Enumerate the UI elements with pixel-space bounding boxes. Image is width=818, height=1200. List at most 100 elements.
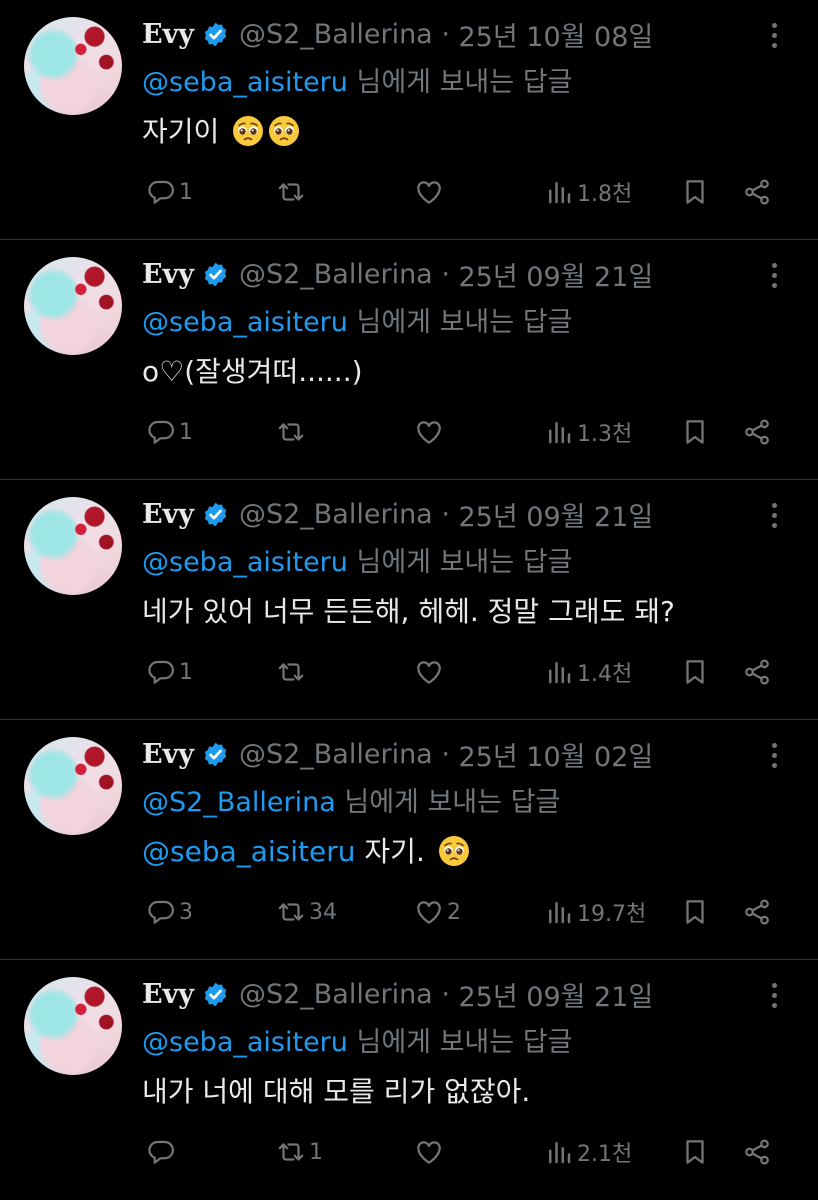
handle[interactable]: @S2_Ballerina: [239, 19, 433, 50]
avatar[interactable]: [24, 497, 122, 595]
repost-button[interactable]: [276, 412, 309, 452]
tweet[interactable]: Evy @S2_Ballerina · 25년 09월 21일 @seba_ai…: [0, 480, 818, 720]
share-button[interactable]: [742, 172, 772, 212]
reply-count: 3: [179, 899, 193, 925]
views-button[interactable]: 1.3천: [544, 412, 632, 452]
avatar[interactable]: [24, 977, 122, 1075]
timestamp[interactable]: 25년 10월 08일: [458, 15, 653, 54]
action-bar: 1 1.8천: [0, 172, 818, 212]
replying-to: @seba_aisiteru 님에게 보내는 답글: [142, 1020, 572, 1059]
views-button[interactable]: 1.8천: [544, 172, 632, 212]
views-bar-chart-icon: [549, 422, 571, 444]
avatar[interactable]: [24, 257, 122, 355]
more-dots-icon[interactable]: [762, 498, 786, 532]
reply-button[interactable]: 1: [146, 172, 193, 212]
share-button[interactable]: [742, 1132, 772, 1172]
tweet-text: 자기이: [142, 110, 300, 150]
action-bar: 1 1.4천: [0, 652, 818, 692]
share-icon: [745, 419, 769, 445]
display-name[interactable]: Evy: [142, 979, 194, 1010]
bookmark-icon: [686, 180, 704, 204]
share-button[interactable]: [742, 652, 772, 692]
separator-dot: ·: [432, 498, 459, 530]
repost-button[interactable]: 34: [276, 892, 337, 932]
bookmark-button[interactable]: [680, 172, 710, 212]
share-button[interactable]: [742, 892, 772, 932]
tweet-text-content: 내가 너에 대해 모를 리가 없잖아.: [142, 1075, 531, 1108]
reply-to-mention[interactable]: @seba_aisiteru: [142, 307, 348, 338]
tweet-header: Evy @S2_Ballerina · 25년 10월 02일: [142, 734, 653, 774]
reply-to-mention[interactable]: @S2_Ballerina: [142, 787, 336, 818]
display-name[interactable]: Evy: [142, 259, 194, 290]
verified-badge-icon: [204, 22, 227, 46]
verified-badge-icon: [204, 262, 227, 286]
reply-to-mention[interactable]: @seba_aisiteru: [142, 1027, 348, 1058]
reply-icon: [148, 180, 174, 204]
views-button[interactable]: 2.1천: [544, 1132, 632, 1172]
repost-icon: [278, 1143, 304, 1161]
bookmark-button[interactable]: [680, 1132, 710, 1172]
bookmark-icon: [686, 420, 704, 444]
views-bar-chart-icon: [549, 662, 571, 684]
repost-button[interactable]: 1: [276, 1132, 323, 1172]
repost-button[interactable]: [276, 652, 309, 692]
reply-button[interactable]: [146, 1132, 179, 1172]
text-mention[interactable]: @seba_aisiteru: [142, 835, 356, 868]
views-button[interactable]: 1.4천: [544, 652, 632, 692]
tweet-text-content: o♡(잘생겨떠......): [142, 355, 363, 388]
reply-button[interactable]: 1: [146, 412, 193, 452]
reply-button[interactable]: 1: [146, 652, 193, 692]
views-button[interactable]: 19.7천: [544, 892, 646, 932]
bookmark-button[interactable]: [680, 892, 710, 932]
like-button[interactable]: [414, 1132, 447, 1172]
bookmark-button[interactable]: [680, 652, 710, 692]
tweet[interactable]: Evy @S2_Ballerina · 25년 09월 21일 @seba_ai…: [0, 240, 818, 480]
separator-dot: ·: [432, 978, 459, 1010]
emoji-group: [434, 835, 470, 868]
reply-to-mention[interactable]: @seba_aisiteru: [142, 67, 348, 98]
more-dots-icon[interactable]: [762, 978, 786, 1012]
tweet-text-content: 자기이: [142, 115, 220, 148]
handle[interactable]: @S2_Ballerina: [239, 979, 433, 1010]
handle[interactable]: @S2_Ballerina: [239, 739, 433, 770]
more-dots-icon[interactable]: [762, 738, 786, 772]
reply-to-mention[interactable]: @seba_aisiteru: [142, 547, 348, 578]
repost-icon: [278, 183, 304, 201]
timestamp[interactable]: 25년 09월 21일: [458, 975, 653, 1014]
reply-button[interactable]: 3: [146, 892, 193, 932]
handle[interactable]: @S2_Ballerina: [239, 499, 433, 530]
avatar[interactable]: [24, 17, 122, 115]
like-button[interactable]: [414, 652, 447, 692]
more-dots-icon[interactable]: [762, 258, 786, 292]
tweet[interactable]: Evy @S2_Ballerina · 25년 10월 02일 @S2_Ball…: [0, 720, 818, 960]
like-button[interactable]: 2: [414, 892, 461, 932]
tweet-header: Evy @S2_Ballerina · 25년 09월 21일: [142, 974, 653, 1014]
tweet[interactable]: Evy @S2_Ballerina · 25년 09월 21일 @seba_ai…: [0, 960, 818, 1200]
display-name[interactable]: Evy: [142, 19, 194, 50]
timestamp[interactable]: 25년 09월 21일: [458, 255, 653, 294]
display-name[interactable]: Evy: [142, 739, 194, 770]
action-bar: 1 1.3천: [0, 412, 818, 452]
timestamp[interactable]: 25년 09월 21일: [458, 495, 653, 534]
tweet-header: Evy @S2_Ballerina · 25년 09월 21일: [142, 254, 653, 294]
heart-icon: [417, 421, 441, 444]
view-count: 1.4천: [577, 662, 633, 687]
handle[interactable]: @S2_Ballerina: [239, 259, 433, 290]
like-button[interactable]: [414, 412, 447, 452]
more-dots-icon[interactable]: [762, 18, 786, 52]
like-button[interactable]: [414, 172, 447, 212]
view-count: 1.8천: [577, 182, 633, 207]
heart-icon: [417, 1141, 441, 1164]
bookmark-icon: [686, 660, 704, 684]
display-name[interactable]: Evy: [142, 499, 194, 530]
timestamp[interactable]: 25년 10월 02일: [458, 735, 653, 774]
share-icon: [745, 179, 769, 205]
share-icon: [745, 1139, 769, 1165]
repost-button[interactable]: [276, 172, 309, 212]
share-button[interactable]: [742, 412, 772, 452]
bookmark-button[interactable]: [680, 412, 710, 452]
tweet[interactable]: Evy @S2_Ballerina · 25년 10월 08일 @seba_ai…: [0, 0, 818, 240]
heart-icon: [417, 661, 441, 684]
avatar[interactable]: [24, 737, 122, 835]
tweet-text: 네가 있어 너무 든든해, 헤헤. 정말 그래도 돼?: [142, 590, 675, 630]
